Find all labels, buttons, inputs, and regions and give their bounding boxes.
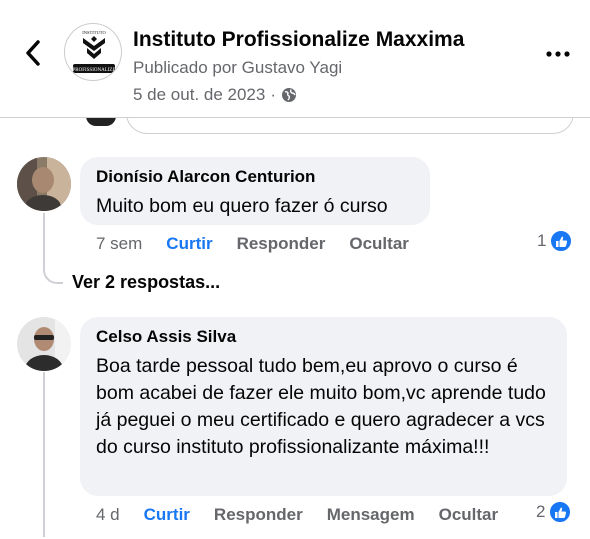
post-date[interactable]: 5 de out. de 2023 [133, 85, 265, 105]
thread-line [43, 372, 45, 537]
avatar[interactable] [17, 317, 71, 371]
reaction-count[interactable]: 2 [536, 501, 572, 523]
comment-text: Boa tarde pessoal tudo bem,eu aprovo o c… [96, 355, 546, 458]
post-header: INSTITUTO PROFISSIONALIZE Instituto Prof… [0, 0, 590, 117]
like-button[interactable]: Curtir [144, 505, 190, 525]
thread-line [43, 213, 45, 261]
page-logo[interactable]: INSTITUTO PROFISSIONALIZE [64, 23, 122, 81]
published-by: Publicado por Gustavo Yagi [133, 58, 343, 77]
comment-actions: 7 sem Curtir Responder Ocultar [96, 234, 409, 254]
comment-actions: 4 d Curtir Responder Mensagem Ocultar [96, 505, 498, 525]
globe-icon [281, 87, 297, 103]
comment-time[interactable]: 7 sem [96, 234, 142, 254]
message-button[interactable]: Mensagem [327, 505, 415, 525]
comment-author[interactable]: Celso Assis Silva [96, 327, 551, 347]
comment-text: Muito bom eu quero fazer ó curso [96, 195, 388, 217]
comment-author[interactable]: Dionísio Alarcon Centurion [96, 167, 414, 187]
comment-bubble: Celso Assis Silva Boa tarde pessoal tudo… [80, 317, 567, 496]
reaction-count[interactable]: 1 [537, 230, 573, 252]
reply-button[interactable]: Responder [237, 234, 326, 254]
page-name[interactable]: Instituto Profissionalize Maxxima [133, 28, 464, 52]
avatar[interactable] [17, 157, 71, 211]
view-replies-link[interactable]: Ver 2 respostas... [72, 272, 220, 293]
comment-time[interactable]: 4 d [96, 505, 120, 525]
reply-button[interactable]: Responder [214, 505, 303, 525]
like-icon [550, 230, 573, 252]
more-options-icon[interactable] [540, 40, 576, 68]
header-divider [0, 117, 590, 118]
like-count: 1 [537, 231, 547, 250]
thread-connector [43, 258, 63, 284]
post-date-line: 5 de out. de 2023 · [133, 85, 297, 105]
date-separator: · [270, 85, 277, 104]
hide-button[interactable]: Ocultar [439, 505, 499, 525]
logo-bottom-text: PROFISSIONALIZE [72, 68, 115, 73]
like-count: 2 [536, 502, 546, 521]
back-arrow-icon[interactable] [18, 38, 48, 68]
like-icon [549, 501, 572, 523]
comment-bubble: Dionísio Alarcon Centurion Muito bom eu … [80, 157, 430, 225]
hide-button[interactable]: Ocultar [349, 234, 409, 254]
logo-top-text: INSTITUTO [82, 30, 106, 35]
like-button[interactable]: Curtir [166, 234, 212, 254]
